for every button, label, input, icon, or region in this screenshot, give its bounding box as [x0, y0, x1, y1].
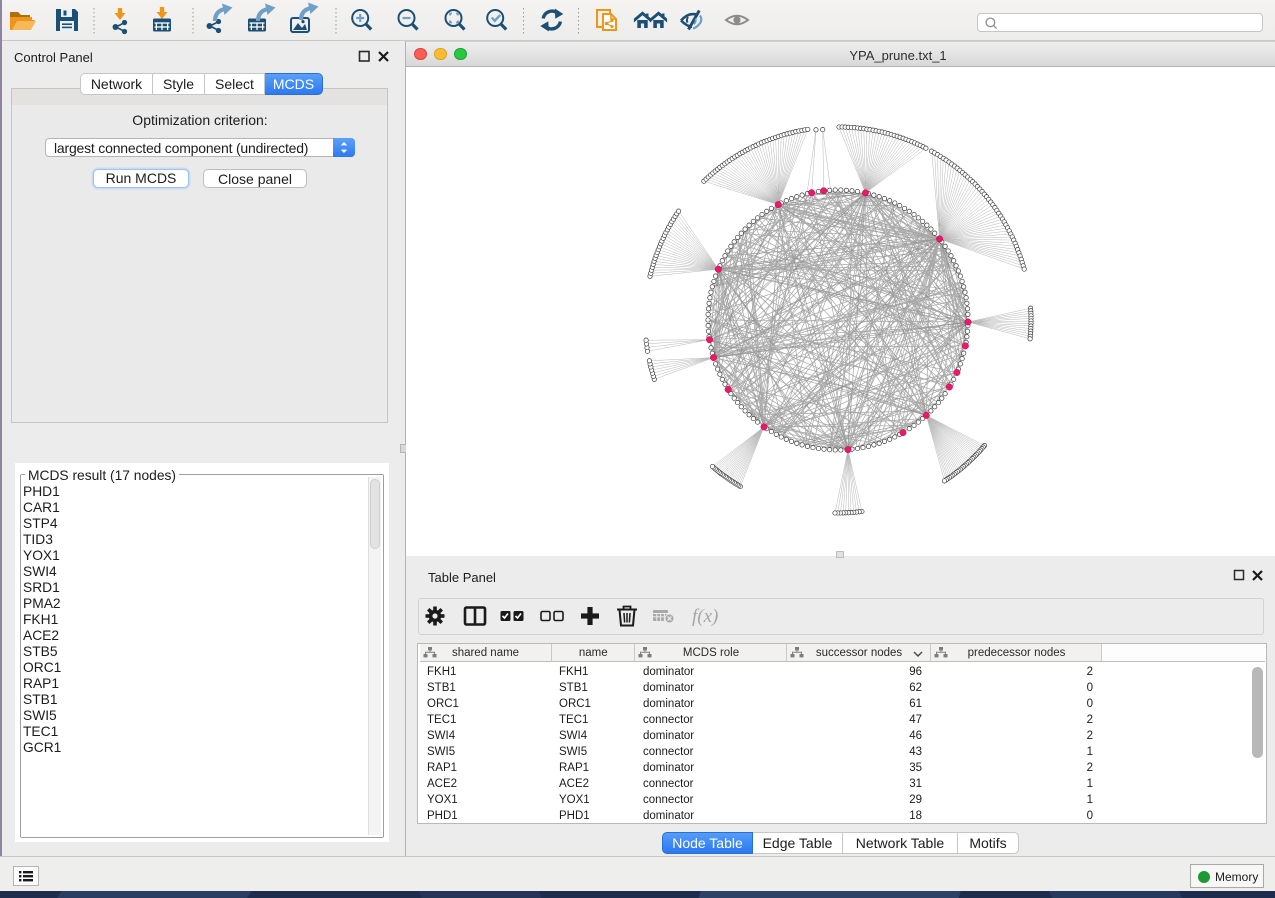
svg-text:f(x): f(x) — [692, 606, 718, 627]
